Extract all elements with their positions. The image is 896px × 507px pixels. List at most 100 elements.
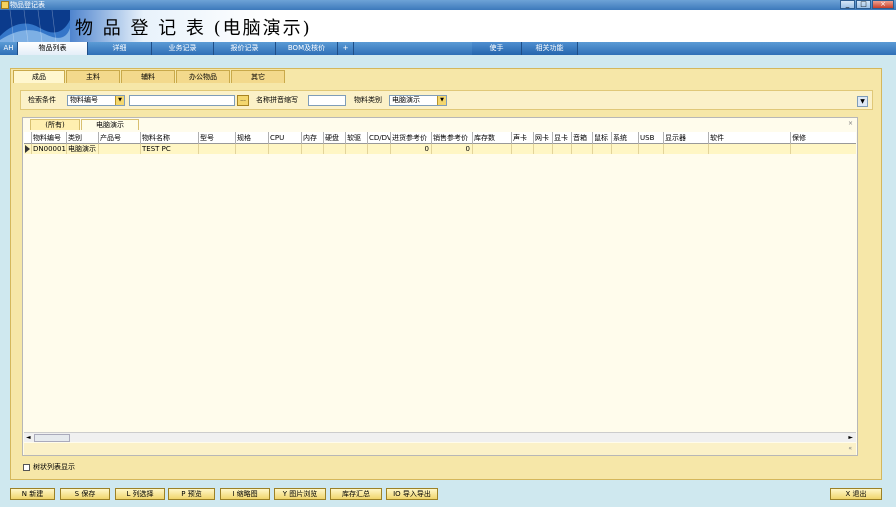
column-header[interactable]: 显卡 [553,132,572,144]
cell-model [199,144,236,154]
import-export-button[interactable]: IO 导入导出 [386,488,438,500]
cell-monitor [664,144,709,154]
column-header[interactable]: 系统 [612,132,639,144]
column-header[interactable]: 类别 [67,132,99,144]
cell-usb [639,144,664,154]
column-header[interactable]: 音箱 [572,132,593,144]
title-bar: 物品登记表 _ □ × [0,0,896,10]
column-header[interactable]: 内存 [302,132,324,144]
cell-sound-card [512,144,534,154]
column-header[interactable]: CPU [269,132,302,144]
cell-graphics-card [553,144,572,154]
table-row[interactable]: DN00001 电脑演示 TEST PC 0 0 [24,144,856,154]
exit-button[interactable]: X 退出 [830,488,882,500]
column-header[interactable]: 鼠标 [593,132,612,144]
search-input[interactable] [129,95,235,106]
column-header[interactable]: 硬盘 [324,132,346,144]
cell-warranty [791,144,855,154]
menu-item-quote-records[interactable]: 报价记录 [214,42,276,55]
condition-select[interactable]: 物料编号 ▼ [67,95,125,106]
menu-item-details[interactable]: 详细 [88,42,152,55]
stock-summary-button[interactable]: 库存汇总 [330,488,382,500]
cell-cpu [269,144,302,154]
window-controls: _ □ × [840,0,894,10]
scroll-thumb[interactable] [34,434,70,442]
banner-graphic [0,10,70,42]
menu-item-ah[interactable]: AH [0,42,18,55]
cell-item-name: TEST PC [141,144,199,154]
tab-main-materials[interactable]: 主料 [66,70,120,83]
column-header[interactable]: 物料编号 [32,132,67,144]
maximize-icon[interactable]: □ [856,0,871,9]
column-header[interactable]: 软驱 [346,132,368,144]
column-header[interactable]: 库存数 [473,132,512,144]
preview-button[interactable]: P 预览 [168,488,215,500]
menu-item-assistant[interactable]: 使手 [472,42,522,55]
menu-bar: AH 物品列表 详细 业务记录 报价记录 BOM及核价 + 使手 相关功能 [0,42,896,55]
tab-auxiliary-materials[interactable]: 辅料 [121,70,175,83]
cell-speakers [572,144,593,154]
save-button[interactable]: S 保存 [60,488,110,500]
column-header[interactable]: USB [639,132,664,144]
horizontal-scrollbar[interactable]: ◄ ► [24,432,856,442]
image-view-button[interactable]: Y 图片浏览 [274,488,326,500]
column-header[interactable]: 进货参考价 [391,132,432,144]
cell-sale-price: 0 [432,144,473,154]
cell-stock [473,144,512,154]
close-icon[interactable]: × [848,120,853,127]
pinyin-label: 名称拼音缩写 [256,96,298,104]
cell-network-card [534,144,553,154]
minimize-icon[interactable]: _ [840,0,855,9]
column-select-button[interactable]: L 列选择 [115,488,165,500]
cell-item-code: DN00001 [33,144,67,154]
category-tabs: 成品 主料 辅料 办公物品 其它 [13,70,286,83]
close-icon[interactable]: × [872,0,894,9]
cell-software [709,144,791,154]
column-header[interactable]: 显示器 [664,132,709,144]
scroll-left-icon[interactable]: ◄ [26,434,31,441]
menu-item-business-records[interactable]: 业务记录 [152,42,214,55]
column-header[interactable]: 型号 [199,132,236,144]
tab-finished-goods[interactable]: 成品 [13,70,65,83]
column-header[interactable]: 声卡 [512,132,534,144]
tab-other[interactable]: 其它 [231,70,285,83]
cell-system [612,144,639,154]
browse-button[interactable]: ... [237,95,249,106]
column-header[interactable]: 保修 [791,132,855,144]
pinyin-input[interactable] [308,95,346,106]
column-header[interactable]: 网卡 [534,132,553,144]
category-select[interactable]: 电脑演示 ▼ [389,95,447,106]
filter-bar: 检索条件 物料编号 ▼ ... 名称拼音缩写 物料类别 电脑演示 ▼ [20,90,873,110]
chevron-down-icon: ▼ [437,96,446,105]
menu-item-add[interactable]: + [338,42,354,55]
cell-category: 电脑演示 [67,144,99,154]
app-icon [1,1,9,9]
column-header[interactable]: 软件 [709,132,791,144]
cell-hdd [324,144,346,154]
column-header[interactable]: 销售参考价 [432,132,473,144]
cell-product-no [99,144,141,154]
menu-item-related-functions[interactable]: 相关功能 [522,42,578,55]
grid-tab-all[interactable]: (所有) [30,119,80,130]
chevron-down-icon: ▼ [115,96,124,105]
thumbnail-button[interactable]: I 缩略图 [220,488,270,500]
column-header[interactable]: 物料名称 [141,132,199,144]
checkbox-icon[interactable] [23,463,30,471]
menu-item-item-list[interactable]: 物品列表 [18,42,88,55]
menu-item-bom[interactable]: BOM及核价 [276,42,338,55]
cell-spec [236,144,269,154]
tab-office-supplies[interactable]: 办公物品 [176,70,230,83]
new-button[interactable]: N 新建 [10,488,55,500]
tree-view-checkbox[interactable]: 树状列表显示 [23,462,75,472]
row-indicator-icon [24,144,32,154]
grid-tab-computer-demo[interactable]: 电脑演示 [81,119,139,130]
column-header[interactable]: 产品号 [99,132,141,144]
expand-chevron-icon[interactable]: ▼ [857,96,868,107]
bottom-toolbar: N 新建 S 保存 L 列选择 P 预览 I 缩略图 Y 图片浏览 库存汇总 I… [0,486,896,507]
column-header[interactable]: CD/DVD [368,132,391,144]
column-header[interactable]: 规格 [236,132,269,144]
header-banner: 物 品 登 记 表 (电脑演示) [0,10,896,42]
scroll-right-icon[interactable]: ► [848,434,853,441]
grid-category-tabs: (所有) 电脑演示 [30,119,140,130]
cell-mouse [593,144,612,154]
